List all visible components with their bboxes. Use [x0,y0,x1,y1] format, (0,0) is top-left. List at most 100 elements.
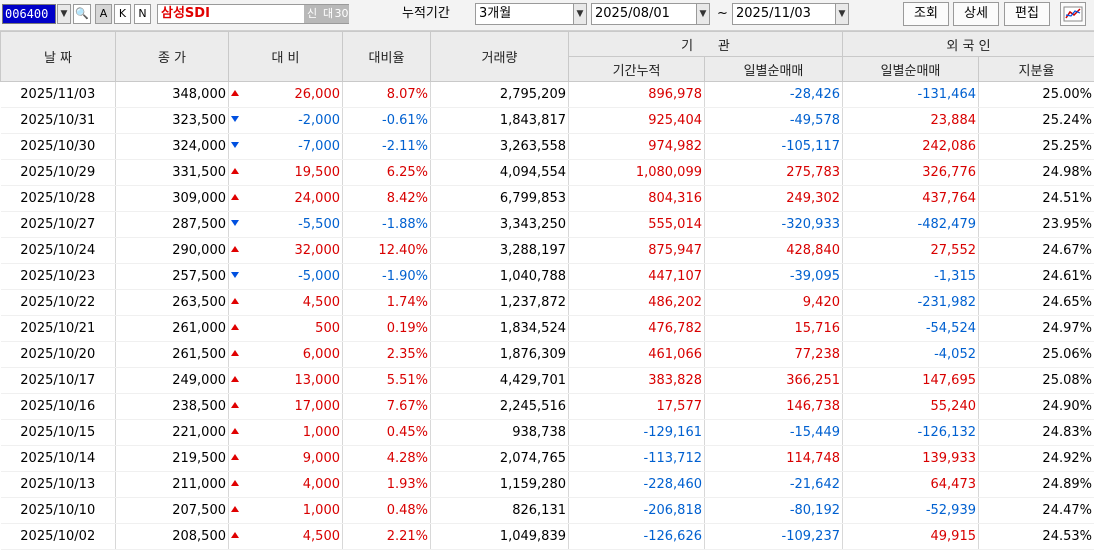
query-button[interactable]: 조회 [903,2,949,26]
to-date-dropdown-icon[interactable]: ▼ [835,3,849,25]
cell-change-value: 17,000 [295,399,341,414]
from-date-dropdown-icon[interactable]: ▼ [696,3,710,25]
table-row[interactable]: 2025/10/13211,0004,0001.93%1,159,280-228… [1,472,1094,498]
header-volume[interactable]: 거래량 [431,32,569,82]
cell-volume-value: 1,843,817 [500,113,566,128]
search-icon[interactable]: 🔍 [73,4,91,24]
cell-inst-daily-value: 275,783 [786,165,840,180]
table-row[interactable]: 2025/10/30324,000-7,000-2.11%3,263,55897… [1,134,1094,160]
toggle-a-button[interactable]: A [95,4,112,24]
cell-inst-cumulative: -129,161 [569,420,705,446]
cell-inst-daily: -49,578 [705,108,843,134]
table-row[interactable]: 2025/10/31323,500-2,000-0.61%1,843,81792… [1,108,1094,134]
cell-change-value: 1,000 [303,503,340,518]
header-inst-daily[interactable]: 일별순매매 [705,57,843,82]
toggle-k-button[interactable]: K [114,4,131,24]
table-row[interactable]: 2025/10/02208,5004,5002.21%1,049,839-126… [1,524,1094,550]
edit-button[interactable]: 편집 [1004,2,1050,26]
from-date-field[interactable]: 2025/08/01 [591,3,697,25]
cell-inst-cumulative: -228,460 [569,472,705,498]
table-row[interactable]: 2025/10/24290,00032,00012.40%3,288,19787… [1,238,1094,264]
cell-close-value: 263,500 [172,295,226,310]
cell-volume: 2,245,516 [431,394,569,420]
cell-change-value: 4,000 [303,477,340,492]
cell-inst-daily: 366,251 [705,368,843,394]
period-dropdown-icon[interactable]: ▼ [573,3,587,25]
cell-foreign-share: 24.67% [979,238,1094,264]
cell-change: 4,500 [229,524,343,550]
header-foreign-daily[interactable]: 일별순매매 [843,57,979,82]
code-dropdown-icon[interactable]: ▼ [57,4,71,24]
cell-volume: 1,843,817 [431,108,569,134]
cell-change: 1,000 [229,498,343,524]
cell-date-value: 2025/11/03 [20,87,95,102]
cell-date-value: 2025/10/02 [20,529,95,544]
cell-date-value: 2025/10/27 [20,217,95,232]
cell-inst-cumulative: -206,818 [569,498,705,524]
cell-foreign-daily-value: 147,695 [922,373,976,388]
to-date-field[interactable]: 2025/11/03 [732,3,836,25]
header-rate[interactable]: 대비율 [343,32,431,82]
table-row[interactable]: 2025/10/23257,500-5,000-1.90%1,040,78844… [1,264,1094,290]
cell-date: 2025/10/02 [1,524,116,550]
header-foreign-share[interactable]: 지분율 [979,57,1094,82]
cell-inst-cumulative-value: -206,818 [644,503,702,518]
cell-inst-cumulative: 804,316 [569,186,705,212]
detail-button[interactable]: 상세 [953,2,999,26]
cell-close: 309,000 [116,186,229,212]
cell-foreign-daily-value: -1,315 [934,269,976,284]
cell-change-value: 9,000 [303,451,340,466]
cell-close: 208,500 [116,524,229,550]
table-row[interactable]: 2025/10/29331,50019,5006.25%4,094,5541,0… [1,160,1094,186]
cell-rate-value: 12.40% [378,243,428,258]
table-row[interactable]: 2025/10/22263,5004,5001.74%1,237,872486,… [1,290,1094,316]
cell-foreign-share: 25.06% [979,342,1094,368]
cell-date: 2025/10/29 [1,160,116,186]
cell-foreign-share-value: 24.53% [1042,529,1092,544]
cell-inst-daily-value: -105,117 [782,139,840,154]
cell-inst-cumulative-value: 461,066 [648,347,702,362]
cell-date: 2025/10/20 [1,342,116,368]
table-row[interactable]: 2025/10/20261,5006,0002.35%1,876,309461,… [1,342,1094,368]
cell-date-value: 2025/10/20 [20,347,95,362]
table-row[interactable]: 2025/10/14219,5009,0004.28%2,074,765-113… [1,446,1094,472]
table-row[interactable]: 2025/11/03348,00026,0008.07%2,795,209896… [1,82,1094,108]
cell-inst-cumulative: 896,978 [569,82,705,108]
toggle-n-button[interactable]: N [134,4,151,24]
table-row[interactable]: 2025/10/28309,00024,0008.42%6,799,853804… [1,186,1094,212]
cell-change: 24,000 [229,186,343,212]
cell-foreign-daily: 64,473 [843,472,979,498]
period-select[interactable]: 3개월 [475,3,575,25]
cell-foreign-daily-value: 326,776 [922,165,976,180]
table-row[interactable]: 2025/10/16238,50017,0007.67%2,245,51617,… [1,394,1094,420]
cell-foreign-share-value: 23.95% [1042,217,1092,232]
cell-inst-daily-value: 249,302 [786,191,840,206]
cell-volume: 4,094,554 [431,160,569,186]
cell-foreign-daily: -126,132 [843,420,979,446]
cell-foreign-share: 24.98% [979,160,1094,186]
cell-rate-value: 5.51% [387,373,428,388]
cell-rate: 8.07% [343,82,431,108]
cell-rate-value: 1.74% [387,295,428,310]
cell-volume: 2,795,209 [431,82,569,108]
chart-icon[interactable] [1060,2,1086,26]
table-row[interactable]: 2025/10/15221,0001,0000.45%938,738-129,1… [1,420,1094,446]
table-row[interactable]: 2025/10/10207,5001,0000.48%826,131-206,8… [1,498,1094,524]
cell-change-value: -5,000 [298,269,340,284]
table-row[interactable]: 2025/10/27287,500-5,500-1.88%3,343,25055… [1,212,1094,238]
stock-code-input[interactable]: 006400 [2,4,56,24]
cell-volume: 1,040,788 [431,264,569,290]
cell-date-value: 2025/10/29 [20,165,95,180]
cell-rate-value: -2.11% [382,139,428,154]
cell-change-value: 26,000 [295,87,341,102]
table-row[interactable]: 2025/10/17249,00013,0005.51%4,429,701383… [1,368,1094,394]
cell-close: 219,500 [116,446,229,472]
table-row[interactable]: 2025/10/21261,0005000.19%1,834,524476,78… [1,316,1094,342]
cell-volume: 1,159,280 [431,472,569,498]
header-date[interactable]: 날 짜 [1,32,116,82]
down-arrow-icon [231,142,239,148]
cell-rate: 1.74% [343,290,431,316]
header-close[interactable]: 종 가 [116,32,229,82]
header-inst-cumulative[interactable]: 기간누적 [569,57,705,82]
header-change[interactable]: 대 비 [229,32,343,82]
